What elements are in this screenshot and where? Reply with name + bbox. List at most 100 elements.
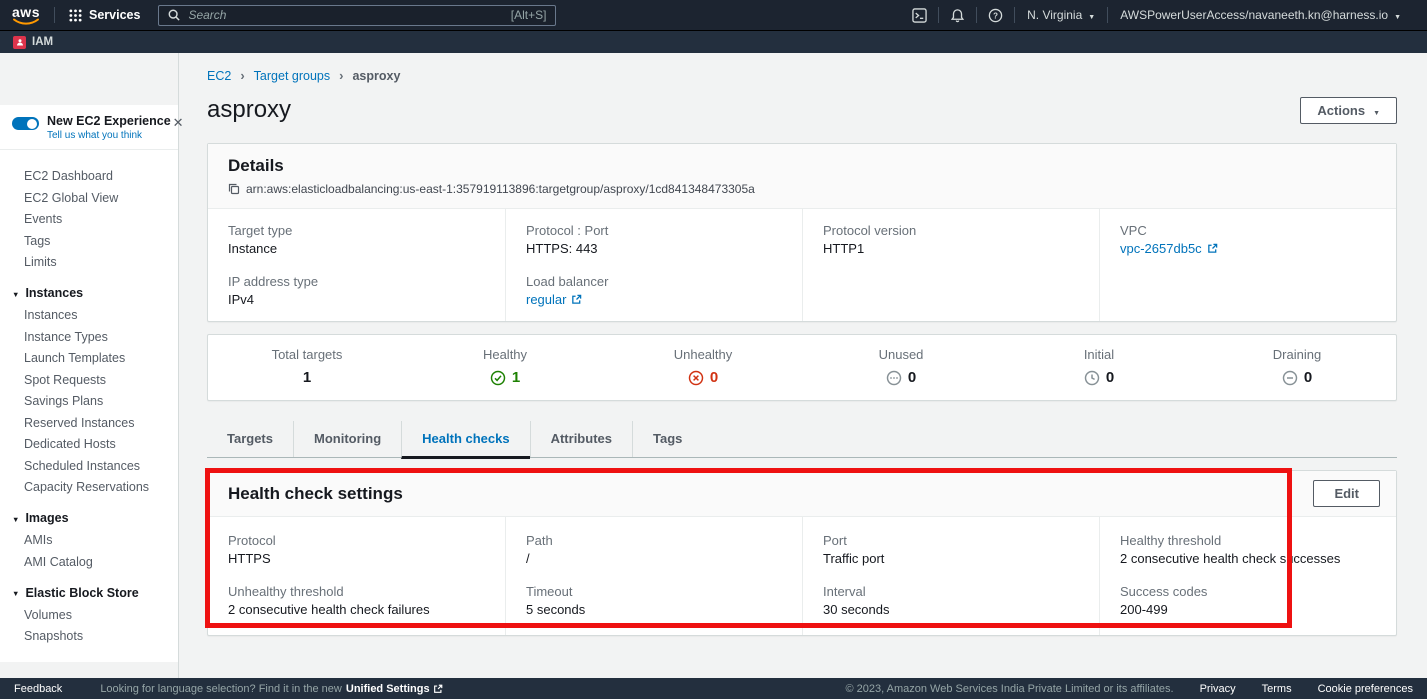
account-menu[interactable]: AWSPowerUserAccess/navaneeth.kn@harness.… (1108, 0, 1413, 30)
sidebar-item-tags[interactable]: Tags (0, 231, 178, 253)
stat-initial: Initial 0 (1000, 347, 1198, 386)
top-navigation-bar: aws Services [Alt+S] ? N. Virginia (0, 0, 1427, 30)
minus-circle-icon (1282, 370, 1298, 386)
check-circle-icon (490, 370, 506, 386)
services-grid-icon (69, 9, 82, 22)
toggle-knob (27, 119, 37, 129)
language-selection-text: Looking for language selection? Find it … (100, 683, 442, 695)
sidebar-item-savings-plans[interactable]: Savings Plans (0, 391, 178, 413)
tab-tags[interactable]: Tags (632, 421, 702, 457)
breadcrumb-target-groups[interactable]: Target groups (254, 69, 330, 83)
sidebar-item-capacity-reservations[interactable]: Capacity Reservations (0, 477, 178, 499)
actions-button[interactable]: Actions (1300, 97, 1397, 124)
details-card: Details arn:aws:elasticloadbalancing:us-… (207, 143, 1397, 322)
help-button[interactable]: ? (977, 0, 1014, 30)
cloudshell-button[interactable] (901, 0, 938, 30)
sidebar-item-events[interactable]: Events (0, 209, 178, 231)
health-check-settings-title: Health check settings (228, 484, 403, 504)
account-label: AWSPowerUserAccess/navaneeth.kn@harness.… (1120, 8, 1388, 22)
field-protocol-version: Protocol version HTTP1 (823, 223, 1079, 256)
copyright-text: © 2023, Amazon Web Services India Privat… (846, 683, 1174, 695)
region-selector[interactable]: N. Virginia (1015, 0, 1107, 30)
breadcrumb-current: asproxy (352, 69, 400, 83)
sidebar-item-ec2-dashboard[interactable]: EC2 Dashboard (0, 166, 178, 188)
field-unhealthy-threshold: Unhealthy threshold 2 consecutive health… (228, 584, 485, 617)
stat-healthy: Healthy 1 (406, 347, 604, 386)
sidebar-item-instances[interactable]: Instances (0, 305, 178, 327)
privacy-link[interactable]: Privacy (1200, 683, 1236, 695)
sidebar-item-spot-requests[interactable]: Spot Requests (0, 370, 178, 392)
sidebar-item-reserved-instances[interactable]: Reserved Instances (0, 413, 178, 435)
page-title: asproxy (207, 96, 291, 124)
search-shortcut-hint: [Alt+S] (511, 8, 547, 22)
aws-smile-icon (12, 18, 40, 25)
vpc-link[interactable]: vpc-2657db5c (1120, 241, 1218, 256)
sidebar-item-limits[interactable]: Limits (0, 252, 178, 274)
sidebar-item-volumes[interactable]: Volumes (0, 605, 178, 627)
tab-targets[interactable]: Targets (207, 421, 293, 457)
field-ip-address-type: IP address type IPv4 (228, 274, 485, 307)
new-experience-title: New EC2 Experience (47, 114, 171, 128)
chevron-down-icon (12, 512, 25, 527)
stat-unused: Unused 0 (802, 347, 1000, 386)
aws-logo[interactable]: aws (12, 6, 40, 25)
clock-icon (1084, 370, 1100, 386)
field-vpc: VPC vpc-2657db5c (1120, 223, 1376, 256)
tab-monitoring[interactable]: Monitoring (293, 421, 401, 457)
main-content: EC2 Target groups asproxy asproxy Action… (179, 53, 1427, 678)
copy-icon (228, 183, 240, 195)
terms-link[interactable]: Terms (1262, 683, 1292, 695)
help-question-icon: ? (988, 8, 1003, 23)
edit-button[interactable]: Edit (1313, 480, 1380, 507)
field-target-type: Target type Instance (228, 223, 485, 256)
breadcrumb-separator (339, 68, 343, 83)
favorites-item-iam[interactable]: IAM (13, 36, 53, 49)
sidebar-item-dedicated-hosts[interactable]: Dedicated Hosts (0, 434, 178, 456)
field-success-codes: Success codes 200-499 (1120, 584, 1376, 617)
services-menu-button[interactable]: Services (55, 0, 154, 30)
iam-service-icon (13, 36, 26, 49)
search-box[interactable]: [Alt+S] (158, 5, 556, 26)
sidebar-section-images[interactable]: Images (0, 508, 178, 531)
sidebar-item-amis[interactable]: AMIs (0, 530, 178, 552)
unified-settings-link[interactable]: Unified Settings (346, 683, 443, 695)
footer: Feedback Looking for language selection?… (0, 678, 1427, 699)
tell-us-link[interactable]: Tell us what you think (47, 130, 171, 141)
external-link-icon (1207, 243, 1218, 254)
sidebar: New EC2 Experience Tell us what you thin… (0, 53, 179, 678)
search-input[interactable] (188, 8, 502, 22)
chevron-down-icon (12, 287, 25, 302)
sidebar-item-instance-types[interactable]: Instance Types (0, 327, 178, 349)
sidebar-item-ec2-global-view[interactable]: EC2 Global View (0, 188, 178, 210)
x-circle-icon (688, 370, 704, 386)
targets-summary-card: Total targets 1 Healthy 1 Unhealthy 0 Un… (207, 334, 1397, 401)
cookie-preferences-link[interactable]: Cookie preferences (1318, 683, 1413, 695)
sidebar-nav: EC2 Dashboard EC2 Global View Events Tag… (0, 150, 178, 662)
field-load-balancer: Load balancer regular (526, 274, 782, 307)
sidebar-item-scheduled-instances[interactable]: Scheduled Instances (0, 456, 178, 478)
sidebar-item-snapshots[interactable]: Snapshots (0, 626, 178, 648)
field-timeout: Timeout 5 seconds (526, 584, 782, 617)
chevron-down-icon (1394, 8, 1401, 22)
sidebar-section-elastic-block-store[interactable]: Elastic Block Store (0, 582, 178, 605)
sidebar-item-ami-catalog[interactable]: AMI Catalog (0, 552, 178, 574)
sidebar-item-launch-templates[interactable]: Launch Templates (0, 348, 178, 370)
target-group-arn: arn:aws:elasticloadbalancing:us-east-1:3… (246, 182, 755, 196)
services-label: Services (89, 8, 140, 22)
breadcrumb-ec2[interactable]: EC2 (207, 69, 231, 83)
stat-total-targets: Total targets 1 (208, 347, 406, 386)
chevron-down-icon (1373, 103, 1380, 118)
stat-unhealthy: Unhealthy 0 (604, 347, 802, 386)
tab-attributes[interactable]: Attributes (530, 421, 632, 457)
sidebar-section-instances[interactable]: Instances (0, 283, 178, 306)
favorites-bar: IAM (0, 30, 1427, 53)
close-icon[interactable] (171, 114, 186, 131)
feedback-link[interactable]: Feedback (14, 683, 62, 695)
new-experience-panel: New EC2 Experience Tell us what you thin… (0, 105, 178, 150)
load-balancer-link[interactable]: regular (526, 292, 582, 307)
new-experience-toggle[interactable] (12, 117, 39, 130)
notifications-button[interactable] (939, 0, 976, 30)
copy-arn-button[interactable] (228, 183, 240, 195)
tab-health-checks[interactable]: Health checks (401, 421, 529, 459)
breadcrumb-separator (240, 68, 244, 83)
